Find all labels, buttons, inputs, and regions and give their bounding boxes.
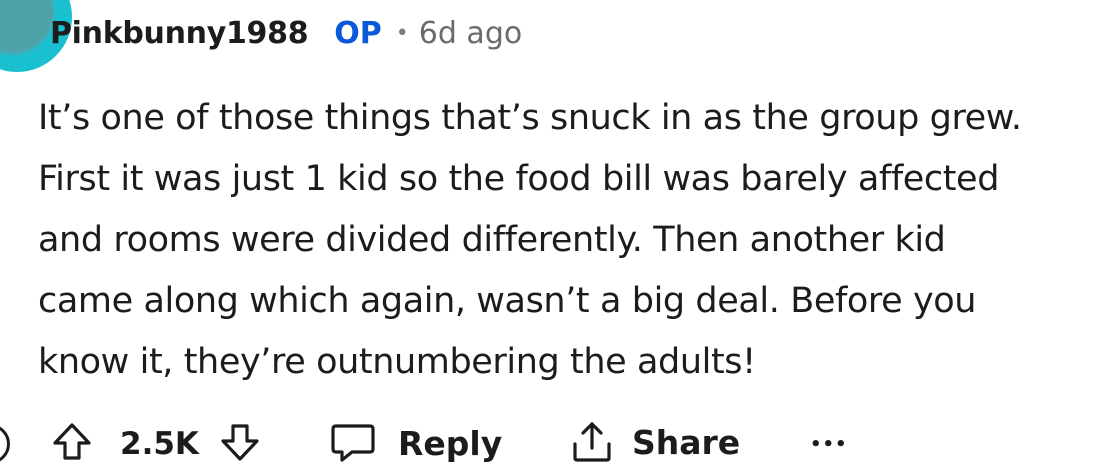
separator-dot: •	[395, 20, 409, 46]
comment-bubble-icon	[330, 422, 376, 464]
comment-body-line: and rooms were divided differently. Then…	[38, 220, 946, 260]
avatar-image	[0, 0, 56, 56]
comment-header: Pinkbunny1988 OP • 6d ago	[50, 8, 522, 58]
comment-body-line: First it was just 1 kid so the food bill…	[38, 159, 1000, 199]
upvote-arrow-icon	[50, 420, 94, 464]
more-options-icon: •••	[810, 433, 848, 455]
downvote-button[interactable]	[218, 420, 262, 464]
comment-body-line: know it, they’re outnumbering the adults…	[38, 342, 756, 382]
comment-body-line: It’s one of those things that’s snuck in…	[38, 98, 1022, 138]
share-label: Share	[632, 422, 741, 462]
downvote-arrow-icon	[218, 420, 262, 464]
comment-card: Pinkbunny1988 OP • 6d ago It’s one of th…	[0, 0, 1102, 468]
comment-body: It’s one of those things that’s snuck in…	[38, 88, 1098, 393]
username-link[interactable]: Pinkbunny1988	[50, 16, 309, 51]
op-badge: OP	[334, 15, 382, 51]
action-bar: 2.5K Reply Share •••	[0, 412, 1102, 468]
comment-body-line: came along which again, wasn’t a big dea…	[38, 281, 977, 321]
vote-count-label: 2.5K	[120, 426, 199, 462]
more-options-button[interactable]: •••	[810, 424, 848, 464]
share-button[interactable]: Share	[570, 418, 740, 466]
timestamp[interactable]: 6d ago	[419, 16, 522, 51]
vote-count: 2.5K	[120, 422, 199, 466]
share-upload-icon	[570, 420, 614, 464]
reply-button[interactable]: Reply	[330, 420, 502, 466]
reply-label: Reply	[398, 423, 503, 463]
upvote-button[interactable]	[50, 420, 94, 464]
